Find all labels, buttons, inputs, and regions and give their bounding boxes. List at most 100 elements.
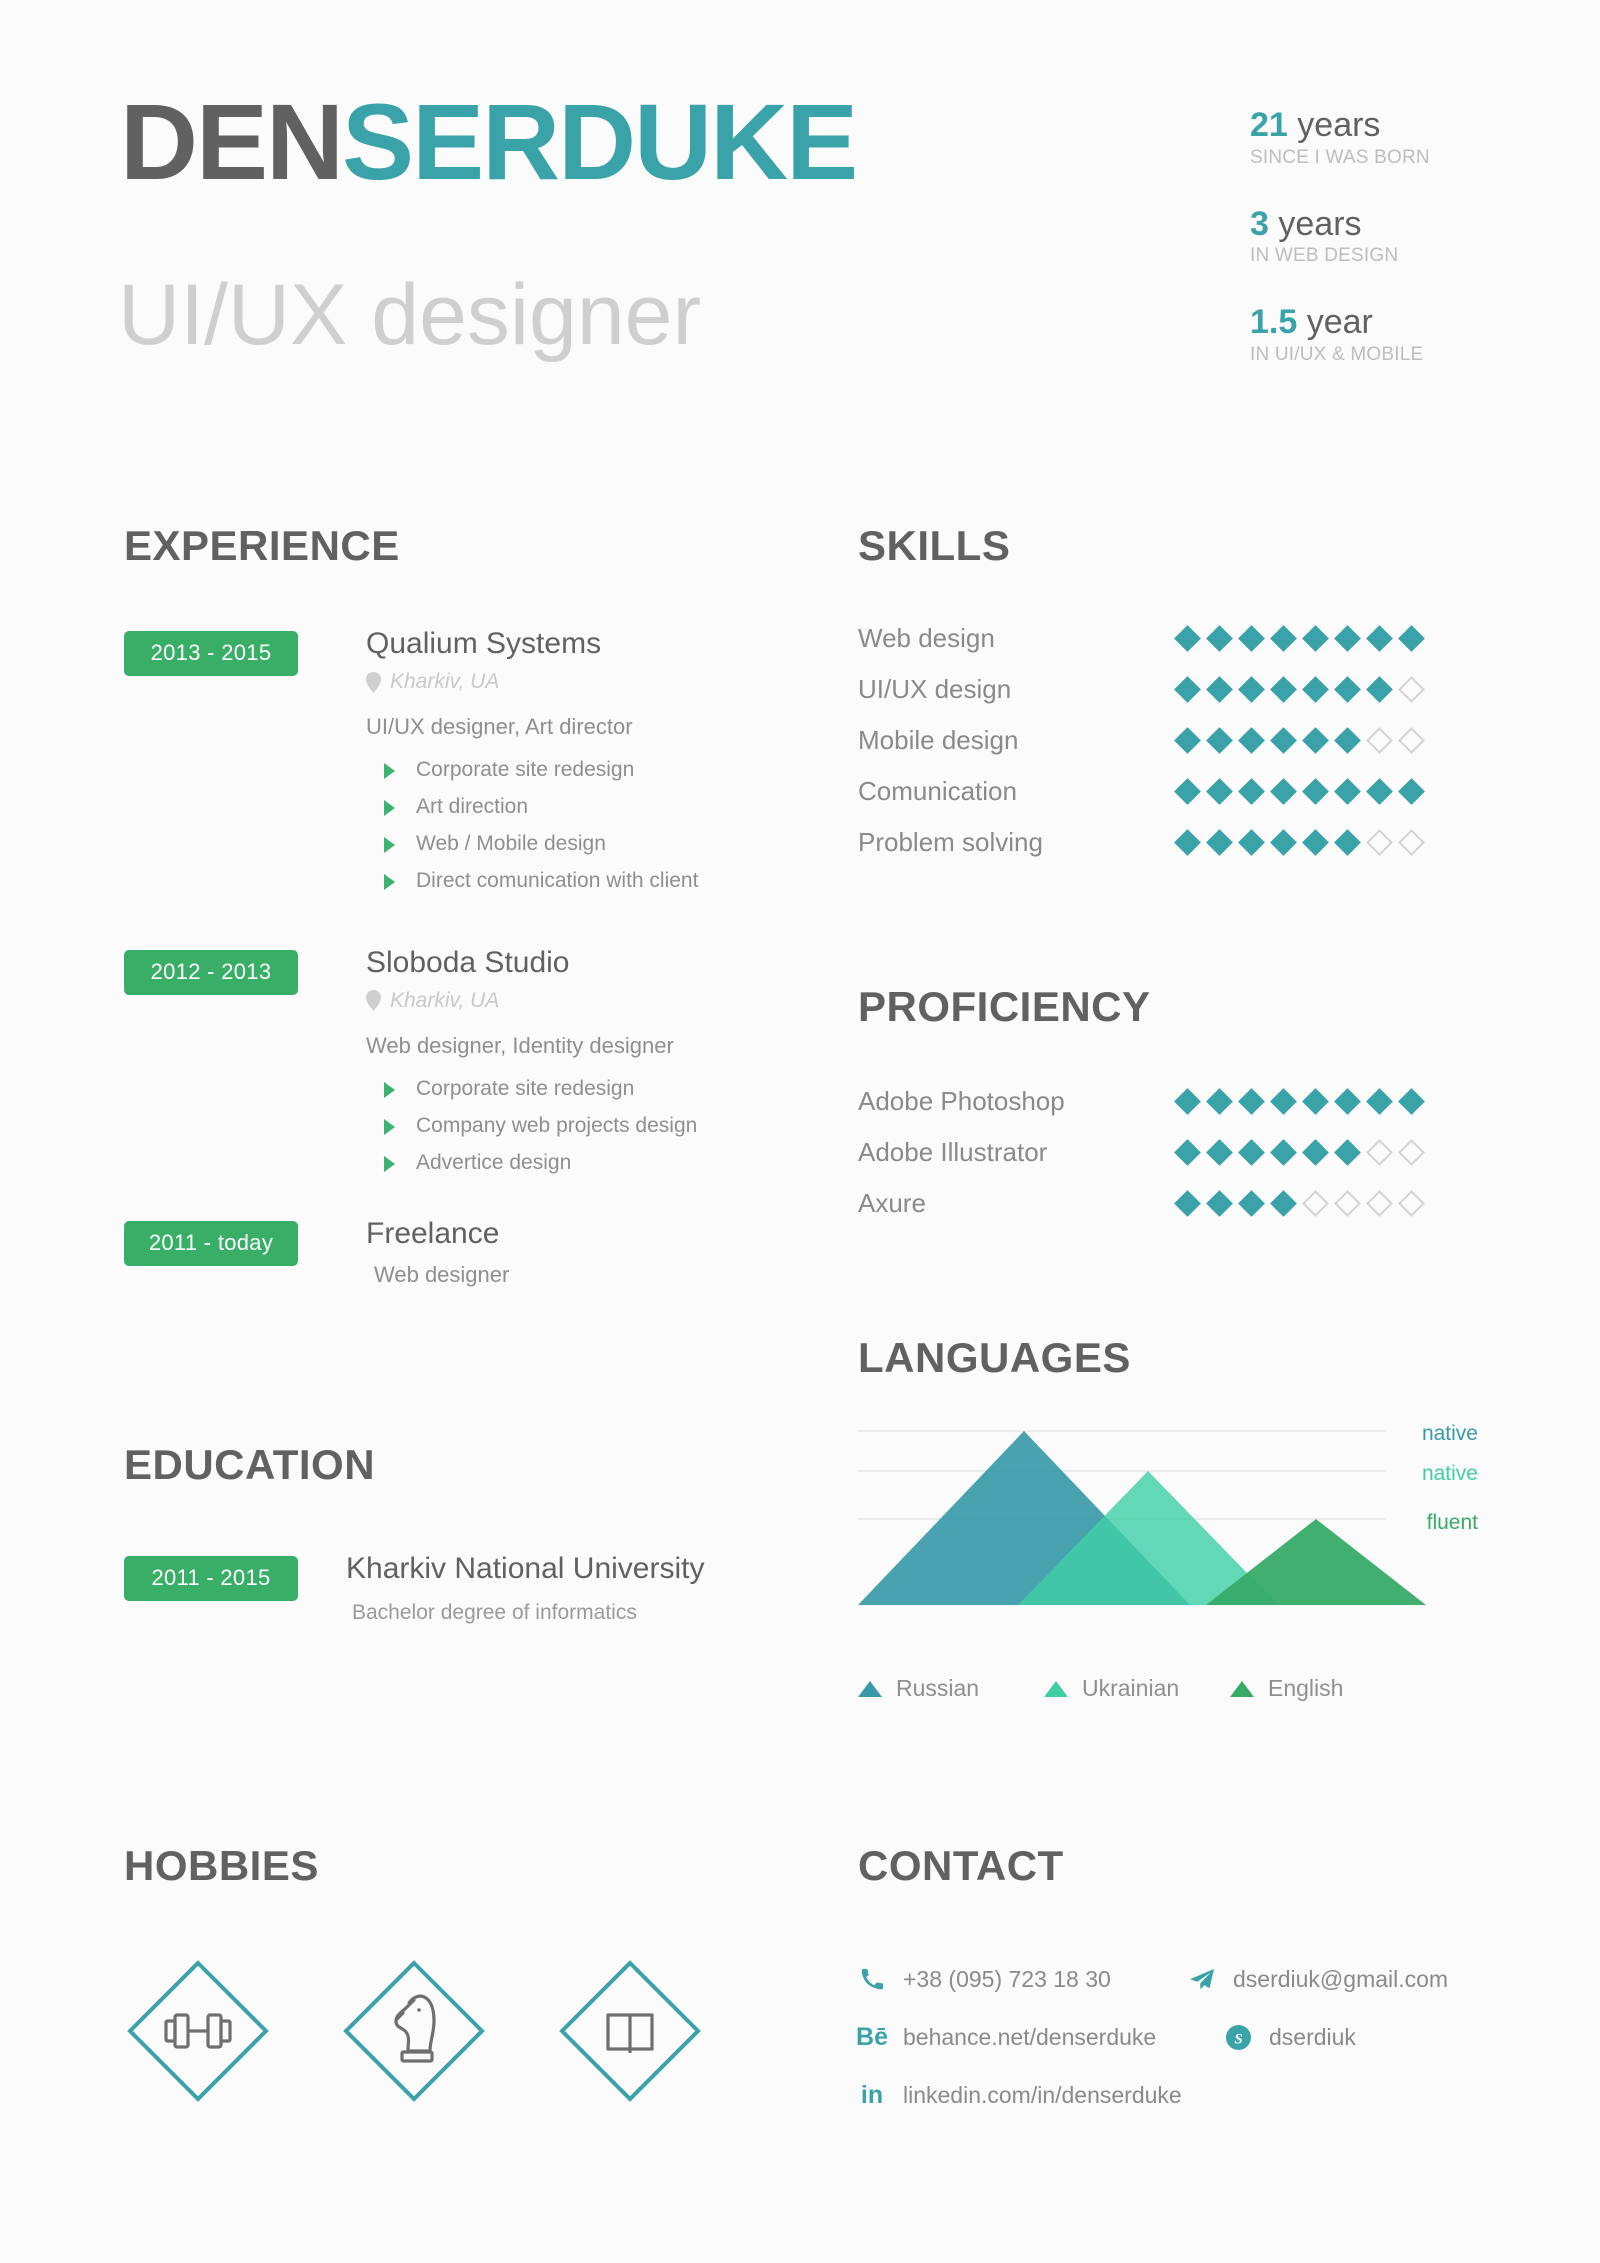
hobby-chess [340,1957,488,2105]
rating-diamond-filled [1270,625,1297,652]
hobby-reading [556,1957,704,2105]
skill-row: Mobile design [858,725,1478,756]
education-dates-badge: 2011 - 2015 [124,1555,298,1601]
last-name: SERDUKE [342,81,858,202]
resume-page: DENSERDUKE UI/UX designer 21 years SINCE… [0,0,1600,2263]
scale-label-native-ukrainian: native [1421,1462,1478,1485]
rating-diamond-filled [1302,829,1329,856]
rating-diamond-filled [1238,1139,1265,1166]
rating-diamond-filled [1238,727,1265,754]
list-item: Direct comunication with client [366,869,784,893]
rating-diamond-filled [1238,1190,1265,1217]
stat-age-unit: years [1297,106,1381,144]
behance-mark: Bē [856,2022,888,2051]
stat-webdesign: 3 years IN WEB DESIGN [1250,204,1550,268]
proficiency-rating [1174,1139,1425,1166]
education-item: 2011 - 2015 Kharkiv National University … [124,1552,784,1625]
legend-item-ukrainian: Ukrainian [1044,1675,1230,1702]
education-degree: Bachelor degree of informatics [352,1600,637,1624]
experience-location: Kharkiv, UA [366,989,784,1013]
experience-item: 2011 - today Freelance Web designer [124,1217,784,1288]
stat-uiux: 1.5 year IN UI/UX & MOBILE [1250,305,1550,366]
legend-label: English [1268,1675,1344,1701]
rating-diamond-filled [1398,1088,1425,1115]
skill-rating [1174,676,1425,703]
job-role-title: UI/UX designer [118,267,702,363]
rating-diamond-filled [1174,625,1201,652]
proficiency-label: Axure [858,1188,926,1218]
stat-age-caption: SINCE I WAS BORN [1250,146,1430,168]
experience-location: Kharkiv, UA [366,670,784,694]
contact-skype[interactable]: S dserdiuk [1224,2023,1356,2051]
stat-uiux-unit: year [1306,303,1373,342]
list-item: Art direction [366,795,784,819]
legend-triangle-icon [1044,1680,1068,1697]
contact-section: CONTACT +38 (095) 723 18 30 dserdiuk@gma… [856,1842,1498,2139]
rating-diamond-filled [1366,625,1393,652]
legend-triangle-icon [1230,1680,1254,1697]
stat-age: 21 years SINCE I WAS BORN [1250,106,1550,169]
stat-webdesign-caption: IN WEB DESIGN [1250,245,1399,267]
open-book-icon [559,1960,701,2102]
contact-behance[interactable]: Bē behance.net/denserduke [856,2022,1188,2051]
contact-row: Bē behance.net/denserduke S dserdiuk [856,2022,1498,2051]
skill-label: Web design [858,623,995,653]
linkedin-mark: in [860,2080,884,2109]
rating-diamond-filled [1270,829,1297,856]
rating-diamond-filled [1238,676,1265,703]
section-title-contact: CONTACT [858,1842,1064,1889]
rating-diamond-empty [1366,1139,1393,1166]
stat-age-number: 21 [1250,106,1288,144]
rating-diamond-filled [1174,727,1201,754]
legend-label: Ukrainian [1082,1675,1180,1701]
rating-diamond-empty [1398,1139,1425,1166]
languages-area-chart [858,1430,1426,1605]
stat-webdesign-unit: years [1278,204,1362,243]
hobbies-list [124,1957,784,2105]
rating-diamond-empty [1398,1190,1425,1217]
rating-diamond-filled [1238,829,1265,856]
experience-bullet-list: Corporate site redesign Art direction We… [366,758,784,894]
experience-dates-badge: 2011 - today [124,1220,298,1266]
rating-diamond-filled [1174,778,1201,805]
experience-role: Web designer, Identity designer [366,1032,674,1058]
rating-diamond-filled [1206,829,1233,856]
section-title-languages: LANGUAGES [858,1334,1131,1381]
first-name: DEN [120,81,344,202]
rating-diamond-empty [1302,1190,1329,1217]
scale-label-fluent-english: fluent [1426,1511,1478,1534]
rating-diamond-filled [1238,1088,1265,1115]
proficiency-label: Adobe Photoshop [858,1086,1065,1116]
list-item: Web / Mobile design [366,832,784,856]
contact-behance-text: behance.net/denserduke [903,2023,1157,2050]
experience-location-text: Kharkiv, UA [390,670,500,693]
svg-text:S: S [1234,2031,1242,2047]
rating-diamond-empty [1398,727,1425,754]
rating-diamond-filled [1206,1190,1233,1217]
list-item: Corporate site redesign [366,758,784,782]
contact-linkedin[interactable]: in linkedin.com/in/denserduke [858,2081,1188,2109]
contact-phone[interactable]: +38 (095) 723 18 30 [858,1965,1188,1993]
legend-label: Russian [896,1675,980,1701]
location-pin-icon [366,990,381,1012]
rating-diamond-filled [1206,1088,1233,1115]
rating-diamond-empty [1366,727,1393,754]
experience-company: Freelance [366,1216,500,1250]
skill-row: Comunication [858,776,1478,807]
rating-diamond-filled [1238,778,1265,805]
contact-email[interactable]: dserdiuk@gmail.com [1188,1965,1448,1993]
chess-knight-icon [343,1960,485,2102]
rating-diamond-filled [1206,727,1233,754]
rating-diamond-filled [1334,676,1361,703]
contact-linkedin-text: linkedin.com/in/denserduke [903,2081,1182,2108]
skill-label: Mobile design [858,725,1019,755]
rating-diamond-filled [1206,778,1233,805]
experience-role: UI/UX designer, Art director [366,714,633,739]
skype-icon: S [1224,2023,1252,2051]
rating-diamond-filled [1334,829,1361,856]
experience-company: Sloboda Studio [366,945,570,979]
rating-diamond-filled [1270,1139,1297,1166]
section-title-skills: SKILLS [858,522,1011,569]
hobbies-section: HOBBIES [124,1845,784,2105]
chart-triangle-english [1206,1519,1426,1605]
